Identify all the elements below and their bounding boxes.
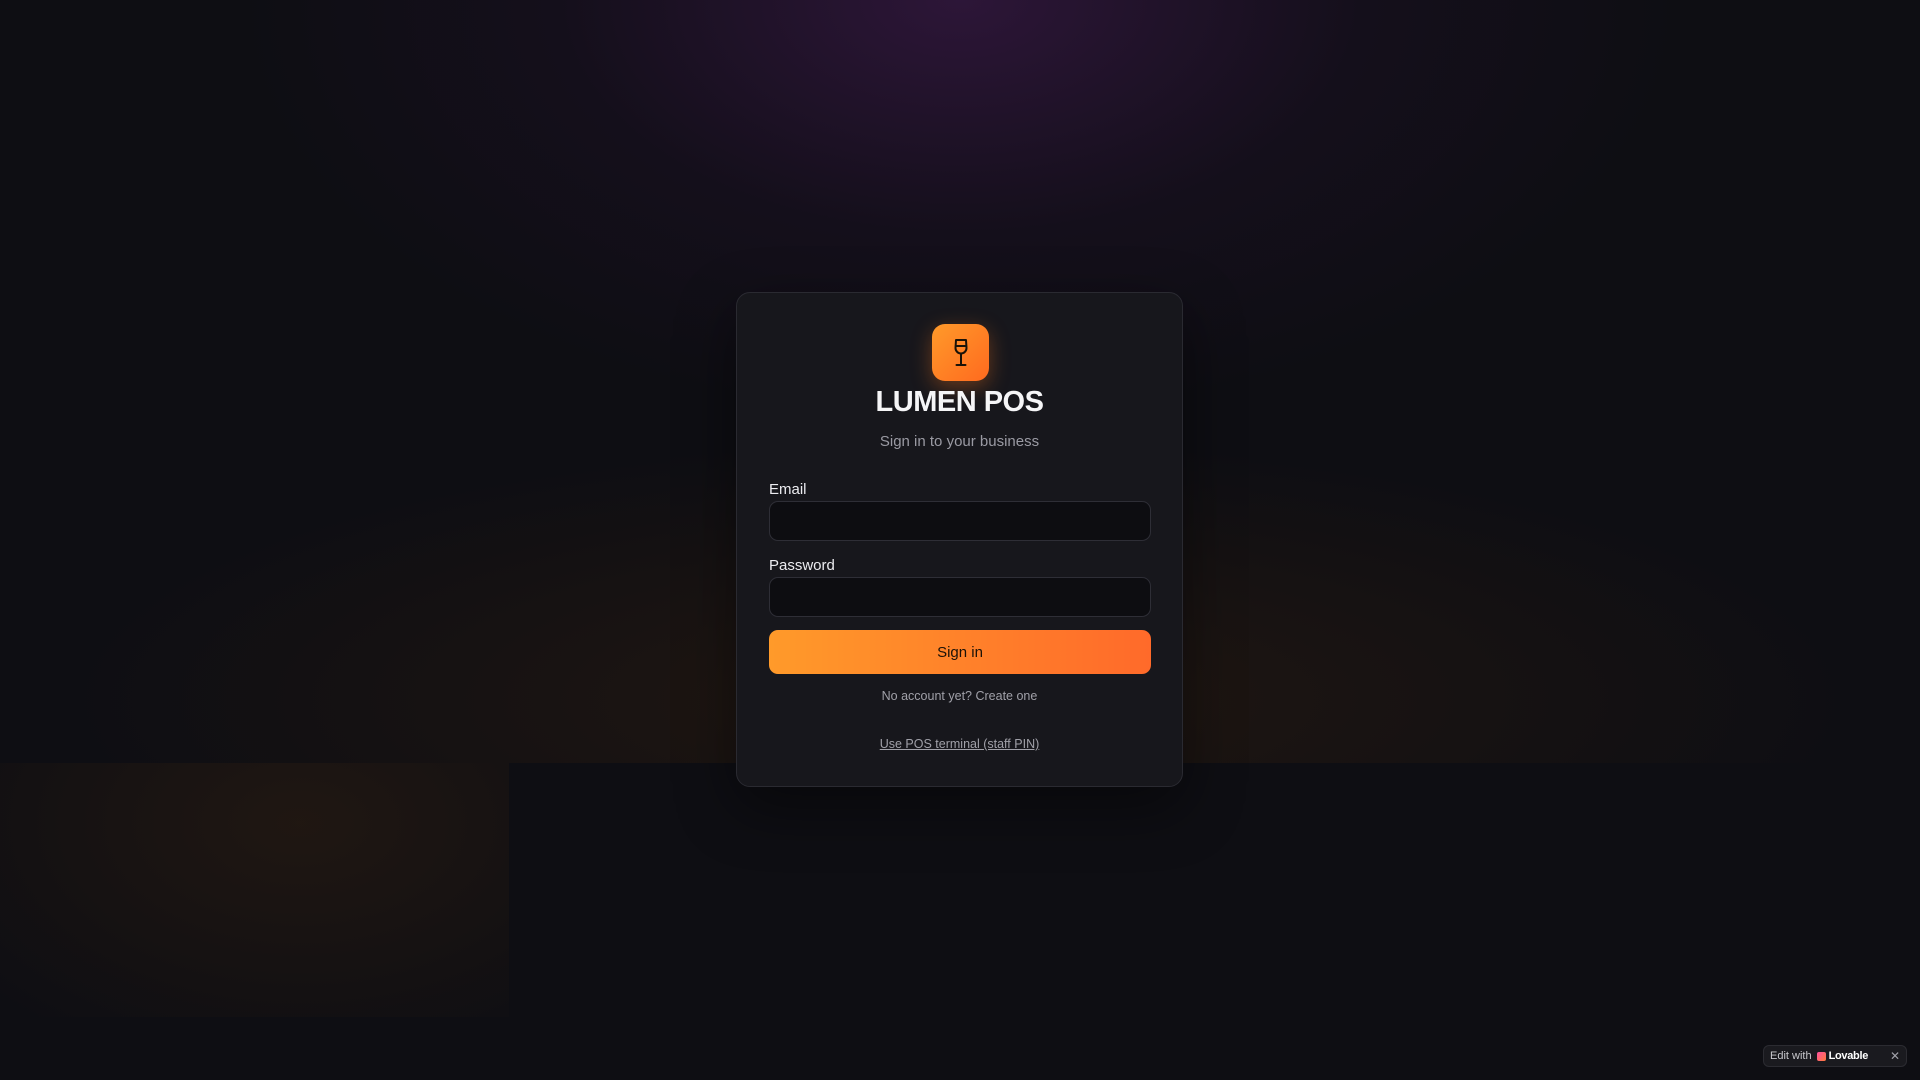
- lovable-logo-icon: [1816, 1051, 1826, 1061]
- close-icon[interactable]: ✕: [1890, 1049, 1900, 1063]
- signup-prompt-line: No account yet? Create one: [737, 689, 1182, 703]
- brand-logo: [932, 324, 989, 381]
- password-field[interactable]: [769, 577, 1151, 617]
- page-subtitle: Sign in to your business: [879, 433, 1040, 450]
- edit-with-lovable-badge[interactable]: Edit with Lovable ✕: [1763, 1045, 1907, 1067]
- pos-terminal-link[interactable]: Use POS terminal (staff PIN): [880, 737, 1040, 751]
- sign-in-button[interactable]: Sign in: [769, 630, 1151, 674]
- background-glow-bottom-left: [0, 763, 509, 1017]
- login-page: LUMEN POS Sign in to your business Email…: [0, 0, 1920, 1080]
- email-label: Email: [769, 481, 807, 498]
- badge-edit-text: Edit with: [1770, 1050, 1812, 1062]
- signup-prompt-text: No account yet?: [881, 689, 972, 703]
- password-label: Password: [769, 557, 835, 574]
- create-account-link[interactable]: Create one: [975, 689, 1037, 703]
- badge-brand-name: Lovable: [1828, 1050, 1869, 1062]
- wine-glass-icon: [954, 338, 967, 366]
- brand-name: LUMEN POS: [875, 386, 1044, 418]
- pos-terminal-line: Use POS terminal (staff PIN): [737, 737, 1182, 751]
- email-field[interactable]: [769, 501, 1151, 541]
- login-card: LUMEN POS Sign in to your business Email…: [736, 292, 1183, 787]
